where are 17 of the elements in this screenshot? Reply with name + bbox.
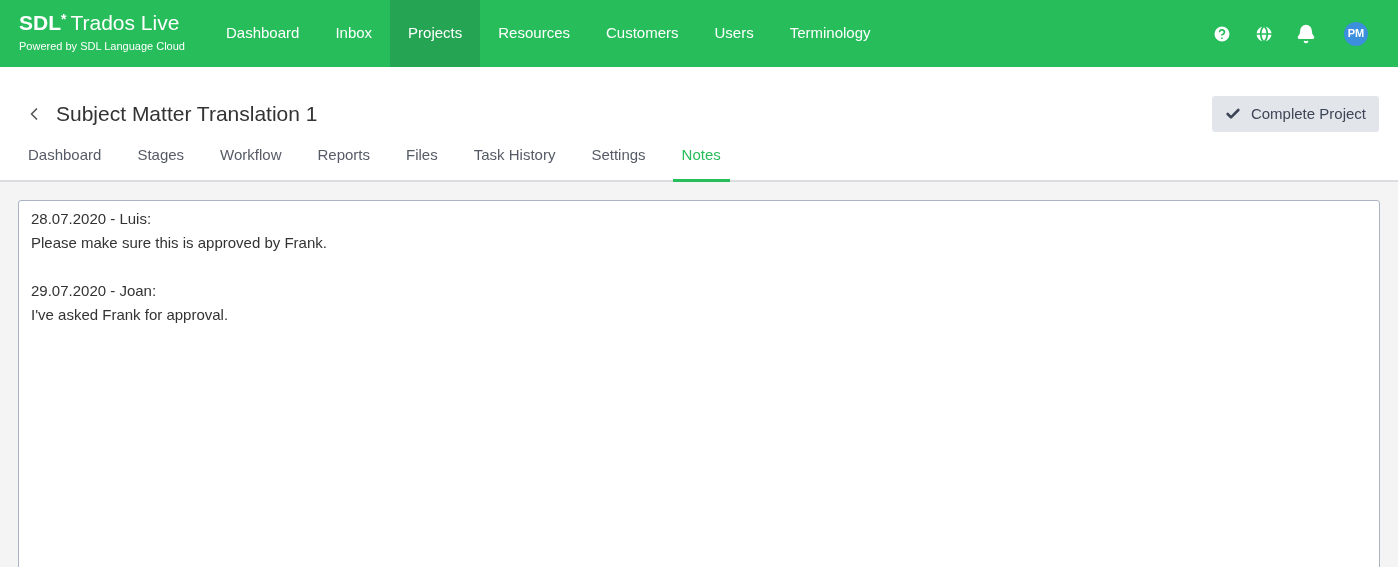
tab[interactable]: Dashboard bbox=[19, 142, 111, 182]
tab[interactable]: Stages bbox=[128, 142, 194, 182]
tab[interactable]: Task History bbox=[464, 142, 565, 182]
globe-icon[interactable] bbox=[1254, 23, 1274, 44]
notifications-icon[interactable] bbox=[1296, 23, 1316, 44]
tab[interactable]: Settings bbox=[582, 142, 655, 182]
tab[interactable]: Files bbox=[397, 142, 447, 182]
logo-tagline: Powered by SDL Language Cloud bbox=[19, 39, 186, 55]
tab[interactable]: Reports bbox=[308, 142, 380, 182]
check-icon bbox=[1224, 106, 1241, 122]
complete-project-button[interactable]: Complete Project bbox=[1211, 96, 1379, 132]
tab[interactable]: Workflow bbox=[211, 142, 291, 182]
notes-field[interactable]: 28.07.2020 - Luis: Please make sure this is approved by Frank. 29.07.2020 - Joan: I've asked Frank for approval. bbox=[18, 199, 1380, 567]
product-logo: SDL* Trados Live bbox=[19, 12, 181, 34]
user-avatar[interactable]: PM bbox=[1344, 21, 1368, 46]
page-title: Subject Matter Translation 1 bbox=[56, 101, 318, 128]
help-icon[interactable] bbox=[1212, 23, 1232, 44]
